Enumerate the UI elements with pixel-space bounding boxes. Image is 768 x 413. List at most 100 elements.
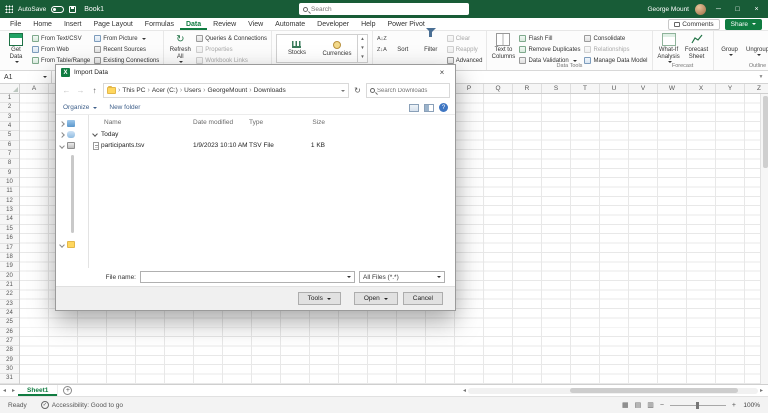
share-button[interactable]: Share [725, 19, 762, 30]
nav-pane-scrollbar[interactable] [71, 155, 74, 233]
chevron-down-icon[interactable] [59, 242, 65, 248]
zoom-level[interactable]: 100% [742, 402, 760, 409]
up-icon[interactable]: ↑ [89, 86, 100, 95]
column-header-size[interactable]: Size [293, 119, 331, 126]
column-header[interactable]: T [571, 84, 600, 93]
breadcrumb-segment[interactable]: This PC [122, 87, 145, 94]
row-header[interactable]: 25 [0, 318, 19, 327]
row-header[interactable]: 28 [0, 346, 19, 355]
ribbon-tab[interactable]: Home [27, 18, 58, 30]
ribbon-tab[interactable]: Developer [311, 18, 355, 30]
nav-tree-item[interactable] [56, 129, 88, 140]
row-header[interactable]: 8 [0, 159, 19, 168]
ribbon-tab[interactable]: Data [180, 18, 207, 30]
sheet-nav-right-icon[interactable]: ▸ [9, 387, 18, 394]
address-dropdown-icon[interactable] [341, 90, 345, 92]
refresh-icon[interactable]: ↻ [352, 86, 363, 95]
zoom-in-icon[interactable]: + [732, 402, 736, 409]
row-header[interactable]: 15 [0, 225, 19, 234]
row-header[interactable]: 7 [0, 150, 19, 159]
ribbon-tab[interactable]: Power Pivot [381, 18, 430, 30]
column-header[interactable]: S [542, 84, 571, 93]
scroll-left-icon[interactable]: ◂ [463, 387, 466, 394]
ribbon-tab[interactable]: Automate [269, 18, 311, 30]
row-header[interactable]: 20 [0, 272, 19, 281]
row-header[interactable]: 19 [0, 262, 19, 271]
text-to-columns-button[interactable]: Text to Columns [491, 33, 515, 61]
group-button[interactable]: Group [718, 33, 742, 56]
row-header[interactable]: 12 [0, 197, 19, 206]
help-icon[interactable]: ? [439, 103, 448, 112]
sort-za-button[interactable]: Z↓A [377, 45, 387, 54]
row-header[interactable]: 1 [0, 94, 19, 103]
dialog-close-icon[interactable]: × [429, 65, 455, 80]
row-header[interactable]: 11 [0, 187, 19, 196]
breadcrumb-segment[interactable]: Users [184, 87, 201, 94]
name-box[interactable]: A1 [0, 71, 52, 83]
horizontal-scrollbar[interactable]: ◂ ▸ [463, 387, 763, 394]
relationships-button[interactable]: Relationships [584, 45, 647, 54]
refresh-all-button[interactable]: ↻ Refresh All [168, 33, 192, 63]
accessibility-status[interactable]: ✓ Accessibility: Good to go [41, 401, 123, 409]
nav-tree-item[interactable] [56, 239, 88, 250]
row-header[interactable]: 31 [0, 374, 19, 383]
column-header[interactable]: Q [484, 84, 513, 93]
row-header[interactable]: 4 [0, 122, 19, 131]
file-row[interactable]: participants.tsv 1/9/2023 10:10 AM TSV F… [89, 140, 455, 151]
back-icon[interactable]: ← [61, 86, 72, 95]
change-view-icon[interactable] [409, 104, 419, 112]
column-header[interactable]: U [600, 84, 629, 93]
file-name-input-box[interactable] [140, 271, 355, 283]
zoom-out-icon[interactable]: − [660, 402, 664, 409]
autosave-toggle[interactable] [51, 6, 64, 13]
preview-pane-icon[interactable] [424, 104, 434, 112]
column-header-name[interactable]: Name [93, 119, 193, 126]
file-type-select[interactable]: All Files (*.*) [359, 271, 445, 283]
column-header[interactable]: R [513, 84, 542, 93]
column-header[interactable]: Y [716, 84, 745, 93]
gallery-up-icon[interactable]: ▲ [360, 37, 364, 42]
row-header[interactable]: 27 [0, 337, 19, 346]
row-header[interactable]: 3 [0, 113, 19, 122]
zoom-slider[interactable] [670, 405, 726, 406]
close-icon[interactable]: × [750, 6, 763, 13]
get-data-button[interactable]: Get Data [4, 33, 28, 63]
clear-button[interactable]: Clear [447, 34, 483, 43]
row-header[interactable]: 13 [0, 206, 19, 215]
new-folder-button[interactable]: New folder [109, 104, 140, 111]
currencies-button[interactable]: Currencies [317, 35, 357, 62]
column-header-type[interactable]: Type [249, 119, 293, 126]
file-name-input[interactable] [144, 274, 345, 281]
filter-button[interactable]: Filter [419, 33, 443, 54]
from-picture-button[interactable]: From Picture [94, 34, 159, 43]
breadcrumb-segment[interactable]: Acer (C:) [152, 87, 178, 94]
row-header[interactable]: 26 [0, 328, 19, 337]
consolidate-button[interactable]: Consolidate [584, 34, 647, 43]
row-header[interactable]: 18 [0, 253, 19, 262]
normal-view-icon[interactable]: ▦ [622, 401, 629, 409]
sheet-tab[interactable]: Sheet1 [18, 385, 58, 396]
horizontal-scrollbar-thumb[interactable] [570, 388, 738, 393]
sheet-nav-left-icon[interactable]: ◂ [0, 387, 9, 394]
dialog-search-input[interactable] [377, 88, 446, 94]
row-header[interactable]: 2 [0, 103, 19, 112]
column-header[interactable]: A [20, 84, 49, 93]
row-header[interactable]: 21 [0, 281, 19, 290]
forecast-sheet-button[interactable]: Forecast Sheet [685, 33, 709, 61]
dialog-titlebar[interactable]: X Import Data × [56, 65, 455, 80]
queries-connections-button[interactable]: Queries & Connections [196, 34, 267, 43]
horizontal-scroll-track[interactable] [468, 388, 758, 394]
row-header[interactable]: 9 [0, 169, 19, 178]
column-header[interactable]: W [658, 84, 687, 93]
forward-icon[interactable]: → [75, 86, 86, 95]
row-header[interactable]: 10 [0, 178, 19, 187]
nav-tree-item[interactable] [56, 140, 88, 151]
group-header[interactable]: Today [89, 128, 455, 140]
column-header[interactable]: Z [745, 84, 768, 93]
ribbon-tab[interactable]: Review [207, 18, 242, 30]
search-box[interactable] [299, 3, 469, 15]
ribbon-tab[interactable]: Help [355, 18, 381, 30]
ungroup-button[interactable]: Ungroup [746, 33, 768, 56]
search-input[interactable] [311, 6, 465, 13]
column-header-date[interactable]: Date modified [193, 119, 249, 126]
